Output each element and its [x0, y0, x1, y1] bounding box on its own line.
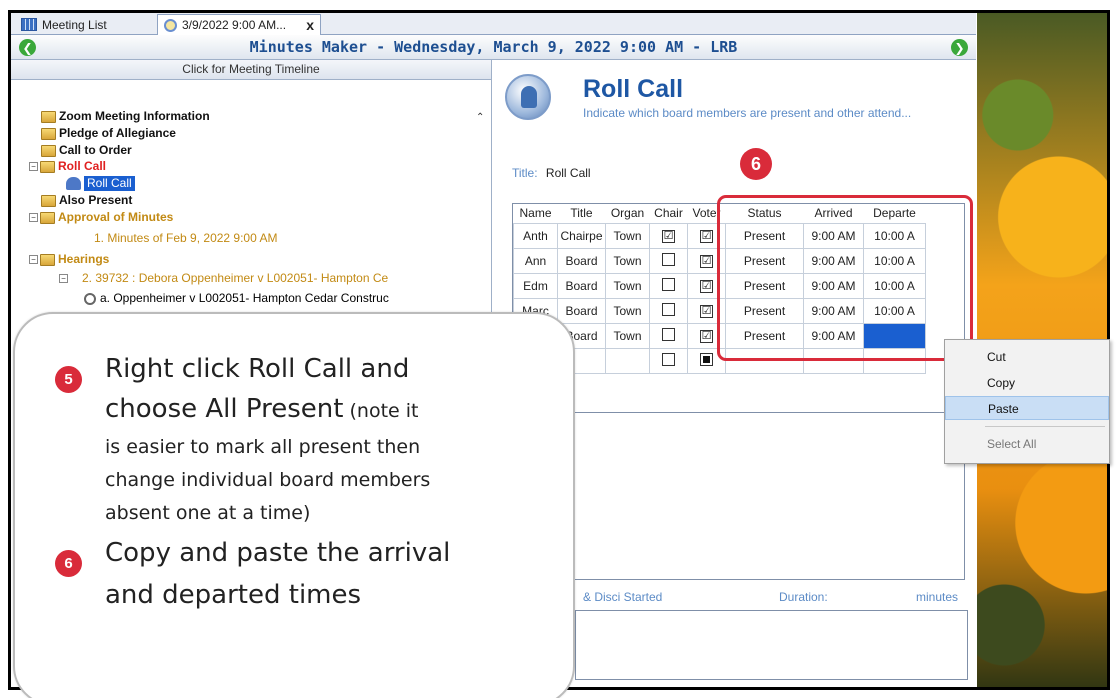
col-title[interactable]: Title [557, 204, 606, 224]
menu-item-cut[interactable]: Cut [945, 345, 1109, 369]
collapse-icon[interactable]: − [59, 274, 68, 283]
title-row: Title: Roll Call [512, 166, 591, 180]
folder-icon [41, 144, 56, 157]
tree-item-minutes-feb[interactable]: 1. Minutes of Feb 9, 2022 9:00 AM [94, 231, 277, 246]
meeting-timeline-button[interactable]: Click for Meeting Timeline [11, 60, 491, 80]
highlight-box [717, 195, 973, 361]
menu-item-paste[interactable]: Paste [945, 396, 1109, 420]
step6-line2: and departed times [105, 580, 362, 610]
chair-checkbox[interactable] [662, 302, 675, 316]
voter-checkbox[interactable]: ☑ [700, 230, 713, 243]
folder-icon [41, 127, 56, 140]
col-organ[interactable]: Organ [605, 204, 650, 224]
name-cell[interactable]: Anth [513, 222, 558, 249]
menu-item-copy[interactable]: Copy [945, 371, 1109, 395]
title-cell[interactable]: Chairpe [557, 222, 606, 249]
chair-checkbox[interactable]: ☑ [662, 230, 675, 243]
title-cell[interactable]: Board [557, 272, 606, 299]
org-cell[interactable]: Town [605, 322, 650, 349]
scroll-up-icon[interactable]: ⌃ [476, 112, 484, 123]
step-badge-6: 6 [740, 148, 772, 180]
tab-label: 3/9/2022 9:00 AM... [182, 18, 287, 32]
menu-item-select-all[interactable]: Select All [945, 432, 1109, 456]
org-cell[interactable]: Town [605, 222, 650, 249]
duration-label: Duration: [779, 590, 828, 604]
context-menu: Cut Copy Paste Select All [944, 339, 1110, 464]
tree-item-roll-call[interactable]: − Roll Call [29, 159, 106, 174]
tab-strip: Meeting List 3/9/2022 9:00 AM... x [11, 13, 976, 35]
tree-item-hearings[interactable]: − Hearings [29, 252, 109, 267]
org-cell[interactable]: Town [605, 297, 650, 324]
roll-call-subtitle: Indicate which board members are present… [583, 106, 912, 120]
step-badge-6-callout: 6 [55, 550, 82, 577]
folder-icon [40, 160, 55, 173]
folder-icon [40, 253, 55, 266]
roll-call-heading: Roll Call [583, 75, 684, 103]
title-bar: ❮ Minutes Maker - Wednesday, March 9, 20… [11, 35, 976, 60]
person-icon [66, 177, 81, 190]
window-title: Minutes Maker - Wednesday, March 9, 2022… [249, 38, 738, 56]
tab-meeting-date[interactable]: 3/9/2022 9:00 AM... x [157, 14, 321, 35]
voter-checkbox[interactable]: ☑ [700, 280, 713, 293]
back-arrow-icon[interactable]: ❮ [19, 39, 36, 56]
step5-line3: is easier to mark all present then [105, 436, 421, 458]
title-cell[interactable]: Board [557, 247, 606, 274]
chair-checkbox[interactable] [662, 252, 675, 266]
folder-icon [41, 194, 56, 207]
tab-label: Meeting List [42, 17, 107, 32]
tab-meeting-list[interactable]: Meeting List [15, 14, 155, 35]
tree-item-hearing-39732[interactable]: −2. 39732 : Debora Oppenheimer v L002051… [59, 271, 388, 286]
grid-empty-area [512, 415, 965, 580]
step5-line2-wrap: choose All Present (note it [105, 394, 419, 424]
tree-item-also-present[interactable]: Also Present [41, 193, 132, 208]
notes-textarea[interactable] [575, 610, 968, 680]
minutes-label: minutes [916, 590, 959, 604]
tree-item-approval[interactable]: − Approval of Minutes [29, 210, 173, 225]
voter-checkbox[interactable]: ☑ [700, 305, 713, 318]
started-label: & Disci Started [583, 590, 663, 604]
col-name[interactable]: Name [513, 204, 558, 224]
org-cell[interactable]: Town [605, 247, 650, 274]
org-cell[interactable]: Town [605, 272, 650, 299]
menu-separator [985, 426, 1105, 427]
name-cell[interactable]: Ann [513, 247, 558, 274]
collapse-icon[interactable]: − [29, 162, 38, 171]
title-label: Title: [512, 166, 538, 180]
chair-checkbox[interactable] [662, 352, 675, 366]
step5-line4: change individual board members [105, 469, 431, 491]
collapse-icon[interactable]: − [29, 255, 38, 264]
step5-line5: absent one at a time) [105, 502, 311, 524]
chair-checkbox[interactable] [662, 327, 675, 341]
tree-item-oppenheimer[interactable]: a. Oppenheimer v L002051- Hampton Cedar … [84, 291, 389, 306]
calendar-grid-icon [21, 18, 37, 31]
instruction-callout: 5 Right click Roll Call and choose All P… [13, 312, 575, 698]
step-badge-5: 5 [55, 366, 82, 393]
tree-item-call-to-order[interactable]: Call to Order [41, 143, 132, 158]
tree-item-roll-call-child[interactable]: Roll Call [66, 176, 135, 191]
name-cell[interactable]: Edm [513, 272, 558, 299]
roll-call-person-icon [505, 74, 551, 120]
title-value[interactable]: Roll Call [546, 166, 591, 180]
tree-item-pledge[interactable]: Pledge of Allegiance [41, 126, 176, 141]
close-icon[interactable]: x [306, 17, 314, 33]
forward-arrow-icon[interactable]: ❯ [951, 39, 968, 56]
clock-icon [164, 18, 177, 32]
collapse-icon[interactable]: − [29, 213, 38, 222]
chair-checkbox[interactable] [662, 277, 675, 291]
step6-line1: Copy and paste the arrival [105, 538, 451, 568]
col-chair[interactable]: Chair [649, 204, 688, 224]
folder-icon [40, 211, 55, 224]
folder-icon [41, 110, 56, 123]
tree-item-zoom[interactable]: Zoom Meeting Information [41, 109, 210, 124]
voter-checkbox[interactable]: ☑ [700, 330, 713, 343]
title-cell[interactable]: Board [557, 297, 606, 324]
voter-checkbox-indeterminate[interactable] [700, 352, 713, 366]
voter-checkbox[interactable]: ☑ [700, 255, 713, 268]
step5-line1: Right click Roll Call and [105, 354, 410, 384]
link-icon [84, 292, 96, 305]
